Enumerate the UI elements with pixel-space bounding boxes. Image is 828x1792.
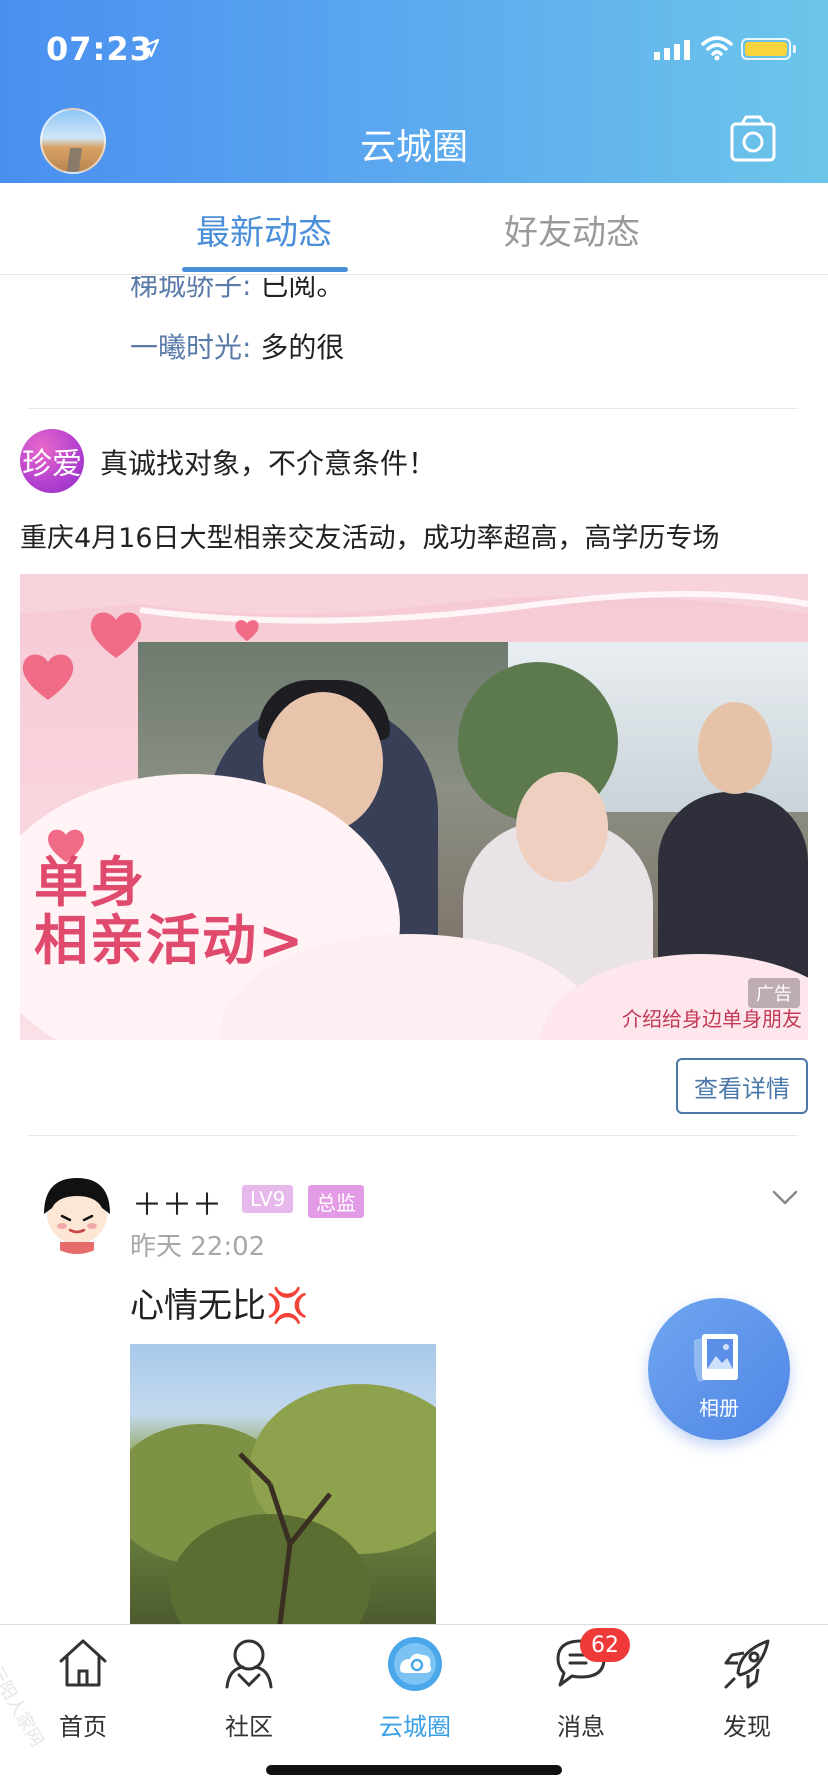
wifi-icon [701, 36, 733, 61]
ad-banner-image[interactable]: 单身 相亲活动> 广告 介绍给身边单身朋友 [20, 574, 808, 1040]
tab-friends[interactable]: 好友动态 [504, 205, 640, 254]
album-icon [694, 1333, 738, 1382]
nav-cloud-circle[interactable]: 云城圈 [332, 1625, 498, 1745]
post-text: 心情无比💢 [130, 1286, 309, 1326]
battery-tip [793, 45, 796, 53]
ad-avatar[interactable]: 珍爱 [20, 429, 84, 493]
ad-headline-line-1: 单身 [34, 851, 146, 914]
camera-icon[interactable] [730, 114, 776, 164]
home-icon [59, 1639, 107, 1687]
active-tab-indicator [182, 267, 348, 272]
divider [28, 408, 798, 409]
nav-messages-label: 消息 [557, 1713, 605, 1741]
chevron-down-icon[interactable] [772, 1190, 798, 1206]
status-time: 07:23 [46, 30, 153, 68]
level-badge: LV9 [242, 1185, 294, 1213]
album-label: 相册 [699, 1396, 739, 1420]
nav-discover[interactable]: 发现 [664, 1625, 828, 1745]
comment-item[interactable]: 梯城骄子: 已阅。 [130, 276, 344, 304]
comment-author[interactable]: 一曦时光: [130, 331, 251, 364]
feed-tabs: 最新动态 好友动态 [0, 183, 828, 275]
album-button[interactable]: 相册 [648, 1298, 790, 1440]
nav-cloud-circle-label: 云城圈 [379, 1713, 451, 1741]
nav-community-label: 社区 [225, 1713, 273, 1741]
comment-item[interactable]: 一曦时光: 多的很 [130, 326, 344, 366]
community-icon [225, 1639, 273, 1689]
comment-author[interactable]: 梯城骄子: [130, 276, 251, 302]
ad-headline-line-2: 相亲活动> [34, 909, 306, 972]
battery-icon [741, 38, 791, 60]
post-photo[interactable] [130, 1344, 436, 1624]
message-count-badge: 62 [580, 1628, 630, 1662]
location-arrow-icon [140, 38, 160, 58]
ad-title: 真诚找对象，不介意条件！ [100, 447, 437, 480]
home-indicator[interactable] [266, 1765, 562, 1775]
post-timestamp: 昨天 22:02 [130, 1232, 266, 1262]
tab-latest[interactable]: 最新动态 [196, 205, 332, 254]
view-details-button[interactable]: 查看详情 [676, 1058, 808, 1114]
comment-text: 多的很 [260, 331, 345, 364]
heart-icon [90, 612, 142, 658]
rocket-icon [724, 1639, 770, 1689]
post-author-avatar[interactable] [36, 1172, 118, 1254]
heart-icon [235, 620, 259, 642]
ad-description: 重庆4月16日大型相亲交友活动，成功率超高，高学历专场 [20, 523, 720, 554]
ad-banner-caption: 介绍给身边单身朋友 [622, 1007, 802, 1031]
cellular-signal-icon [654, 40, 690, 60]
page-title: 云城圈 [359, 127, 468, 168]
cloud-circle-icon [388, 1637, 442, 1691]
app-header: 07:23 云城圈 [0, 0, 828, 183]
role-badge: 总监 [308, 1185, 364, 1218]
divider [28, 1135, 798, 1136]
post-author-name[interactable]: ＋＋＋ [132, 1180, 222, 1224]
ad-banner-headline: 单身 相亲活动> [34, 854, 305, 970]
nav-community[interactable]: 社区 [166, 1625, 332, 1745]
heart-icon [22, 654, 74, 700]
comment-text: 已阅。 [260, 276, 345, 302]
nav-discover-label: 发现 [723, 1713, 771, 1741]
